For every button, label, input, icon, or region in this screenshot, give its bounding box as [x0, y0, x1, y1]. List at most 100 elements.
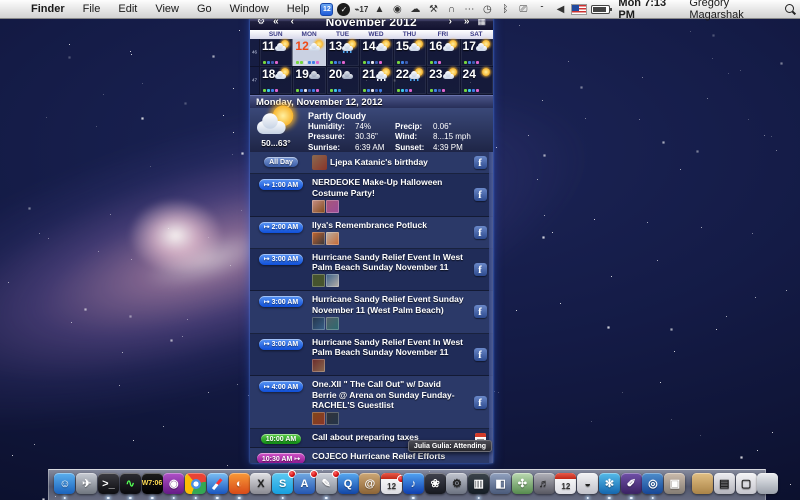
facebook-icon[interactable]: f — [473, 225, 487, 239]
dock-stats-app[interactable]: ▥ — [468, 473, 490, 494]
battery-icon[interactable] — [591, 4, 613, 14]
backup-icon[interactable]: ▲ — [372, 2, 386, 17]
time-badge[interactable]: 10:30 AM ↦ — [256, 453, 306, 463]
bluetooth-icon[interactable]: ᛒ — [498, 2, 512, 17]
dock-system-preferences[interactable]: ⚙ — [446, 473, 468, 494]
menu-help[interactable]: Help — [278, 3, 319, 15]
dock-istat[interactable]: W7:06 — [141, 473, 163, 494]
dock-iphoto[interactable]: ❀ — [424, 473, 446, 494]
ical-date-icon[interactable]: 12 — [320, 2, 334, 16]
calendar-cell-14[interactable]: 14 — [359, 39, 393, 66]
calendar-cell-11[interactable]: 11 — [259, 39, 293, 66]
calendar-cell-21[interactable]: 21 — [359, 67, 393, 94]
dock-skype[interactable]: S — [272, 470, 297, 494]
calendar-cell-16[interactable]: 16 — [426, 39, 460, 66]
menu-go[interactable]: Go — [188, 3, 221, 15]
time-badge[interactable]: ↦ 3:00 AM — [258, 253, 304, 265]
event-row[interactable]: ↦ 2:00 AM Ilya's Remembrance Potluck f — [250, 216, 493, 249]
dock-x11[interactable]: X — [250, 473, 272, 494]
menu-window[interactable]: Window — [221, 3, 278, 15]
facebook-icon[interactable]: f — [473, 305, 487, 319]
facebook-icon[interactable]: f — [473, 188, 487, 202]
dock-launchpad[interactable]: ✈ — [76, 473, 98, 494]
volume-icon[interactable]: ◀ — [553, 2, 567, 17]
dock-finder[interactable]: ☺ — [54, 473, 76, 494]
time-badge[interactable]: ↦ 4:00 AM — [258, 381, 304, 392]
event-row[interactable]: ↦ 4:00 AM One.XII " The Call Out" w/ Davi… — [250, 376, 493, 429]
menu-file[interactable]: File — [74, 3, 110, 15]
display-icon[interactable]: ⎚ — [516, 2, 530, 17]
time-badge[interactable]: ↦ 3:00 AM — [258, 296, 304, 307]
dock-blue-utility[interactable]: ◧ — [490, 473, 512, 494]
menu-user[interactable]: Gregory Magarshak — [685, 0, 776, 21]
cloud-icon[interactable]: ☁ — [408, 2, 422, 17]
wrench-icon[interactable]: ⚒ — [426, 2, 440, 17]
dock-folder-downloads[interactable] — [692, 473, 714, 494]
dock-sketch-app[interactable]: ✎ — [315, 470, 340, 494]
calendar-cell-19[interactable]: 19 — [292, 67, 326, 94]
facebook-icon[interactable]: f — [473, 347, 487, 361]
dock-garageband[interactable]: ♬ — [533, 473, 555, 494]
dock-activity-monitor[interactable]: ∿ — [119, 473, 141, 494]
event-row[interactable]: All Day Ljepa Katanic's birthday f — [250, 152, 493, 174]
dock-stack-pages[interactable]: ▢ — [735, 473, 757, 494]
calendar-cell-18[interactable]: 18 — [259, 67, 293, 94]
event-row[interactable]: ↦ 1:00 AM NERDEOKE Make-Up Halloween Cost… — [250, 174, 493, 217]
dock-paint-can[interactable]: ◒ — [577, 473, 599, 494]
calendar-cell-12[interactable]: 12 — [292, 39, 326, 66]
globe-icon[interactable]: ◉ — [390, 2, 404, 17]
dock-photo-booth[interactable]: ◉ — [163, 473, 185, 494]
time-badge[interactable]: ↦ 1:00 AM — [258, 179, 304, 190]
headphones-icon[interactable]: ∩ — [444, 2, 458, 17]
dock-firefox[interactable]: ◐ — [228, 473, 250, 494]
dock-itunes[interactable]: ♪ — [402, 473, 424, 494]
event-row[interactable]: ↦ 3:00 AM Hurricane Sandy Relief Event In… — [250, 333, 493, 376]
dock-ical-dock[interactable]: 12 — [381, 473, 403, 494]
event-row[interactable]: ↦ 3:00 AM Hurricane Sandy Relief Event In… — [250, 248, 493, 291]
time-badge[interactable]: ↦ 2:00 AM — [258, 221, 304, 233]
black-circle-icon[interactable]: ✓ — [337, 2, 351, 16]
wifi-icon[interactable] — [534, 1, 549, 15]
dock-google-chrome[interactable] — [185, 473, 207, 494]
calendar-cell-23[interactable]: 23 — [426, 67, 460, 94]
calendar-cell-22[interactable]: 22 — [392, 67, 427, 94]
facebook-icon[interactable]: f — [473, 156, 487, 169]
menu-clock[interactable]: Mon 7:13 PM — [612, 0, 685, 21]
spotlight-icon[interactable] — [783, 3, 794, 16]
dock-snowflake-app[interactable]: ✻ — [598, 473, 620, 494]
calendar-cell-15[interactable]: 15 — [392, 39, 427, 66]
calendar-cell-24[interactable]: 24 — [459, 67, 493, 94]
dock-stack-documents[interactable]: ▤ — [713, 473, 735, 494]
dock-terminal[interactable]: >_ — [97, 473, 119, 494]
calendar-cell-13[interactable]: 13 — [325, 39, 360, 66]
dock-quicktime[interactable]: Q — [337, 473, 359, 494]
dock-green-utility[interactable]: ✣ — [511, 473, 533, 494]
dock-contacts[interactable]: @ — [359, 473, 381, 494]
calendar-cell-20[interactable]: 20 — [325, 67, 360, 94]
us-flag-icon[interactable] — [571, 3, 588, 15]
cloud-shape — [475, 43, 487, 51]
dock-purple-brush[interactable]: ✐ — [620, 473, 642, 494]
menu-finder[interactable]: Finder — [22, 3, 74, 15]
facebook-icon[interactable]: f — [473, 395, 487, 409]
dock-trash[interactable] — [757, 473, 779, 494]
dots-icon[interactable]: ⋯ — [462, 2, 476, 17]
calendar-cell-17[interactable]: 17 — [459, 39, 493, 66]
dock-time-machine[interactable]: ◎ — [642, 473, 664, 494]
dock-collage-app[interactable]: ▣ — [664, 473, 686, 494]
dock-ical-dock2[interactable]: 12 — [555, 473, 577, 494]
event-list[interactable]: All Day Ljepa Katanic's birthday f ↦ 1:00 A… — [250, 152, 493, 463]
dock-safari[interactable] — [206, 473, 228, 494]
time-badge[interactable]: ↦ 3:00 AM — [258, 338, 304, 350]
menu-view[interactable]: View — [146, 3, 188, 15]
facebook-icon[interactable]: f — [473, 262, 487, 276]
clock-icon[interactable]: ◷ — [480, 2, 494, 17]
time-badge[interactable]: All Day — [264, 157, 298, 167]
cell-top: 15 — [394, 39, 426, 53]
menu-edit[interactable]: Edit — [109, 3, 146, 15]
event-row[interactable]: ↦ 3:00 AM Hurricane Sandy Relief Event Su… — [250, 291, 493, 334]
meter-icon[interactable]: ⌁17 — [354, 2, 369, 17]
time-badge[interactable]: 10:00 AM — [260, 434, 302, 444]
event-row[interactable]: 10:30 AM ↦ COJECO Hurricane Relief Effort… — [250, 440, 493, 463]
dock-app-store[interactable]: A — [293, 470, 318, 494]
